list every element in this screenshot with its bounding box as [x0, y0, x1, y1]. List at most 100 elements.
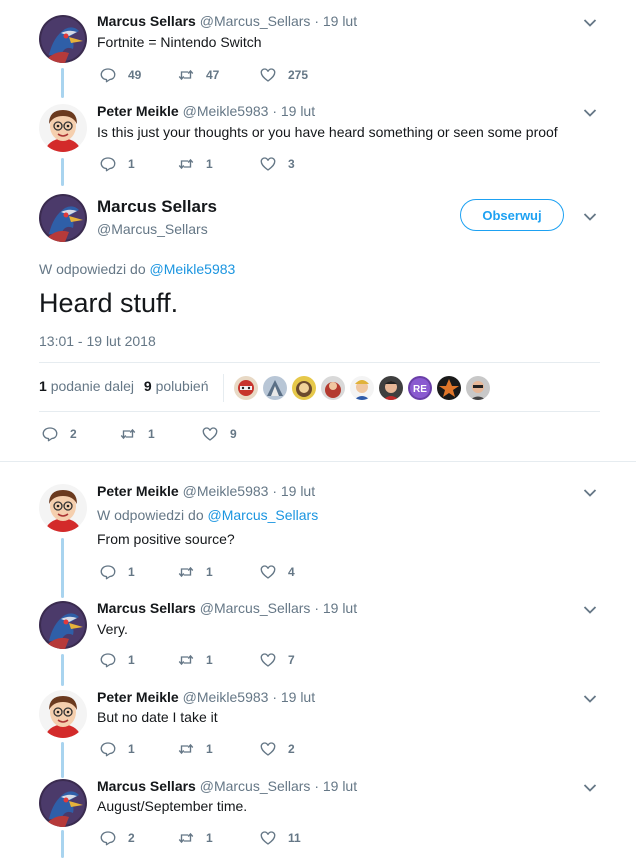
reply-button[interactable]: 1	[99, 562, 135, 582]
like-button[interactable]: 3	[259, 154, 295, 174]
reply-count: 1	[128, 742, 135, 756]
tweet-date[interactable]: · 19 lut	[314, 778, 357, 794]
reply-icon	[99, 155, 117, 173]
tweet-date[interactable]: · 19 lut	[272, 483, 315, 499]
retweet-button[interactable]: 1	[177, 154, 213, 174]
chevron-down-icon[interactable]	[583, 488, 597, 498]
reply-button[interactable]: 49	[99, 65, 141, 85]
tweet-date[interactable]: · 19 lut	[314, 600, 357, 616]
heart-icon	[259, 563, 277, 581]
author-handle[interactable]: @Marcus_Sellars	[97, 221, 208, 237]
tweet-date[interactable]: · 19 lut	[314, 13, 357, 29]
like-stat-count: 9	[143, 378, 152, 394]
like-count: 11	[288, 831, 301, 845]
tweet-text: Is this just your thoughts or you have h…	[97, 124, 558, 140]
chevron-down-icon[interactable]	[583, 108, 597, 118]
liker-avatar[interactable]	[379, 376, 403, 400]
avatar[interactable]	[39, 484, 87, 532]
like-button[interactable]: 4	[259, 562, 295, 582]
avatar[interactable]	[39, 779, 87, 827]
tweet-header: Marcus Sellars @Marcus_Sellars · 19 lut	[97, 13, 357, 29]
author-name[interactable]: Marcus Sellars	[97, 13, 196, 29]
like-button[interactable]: 11	[259, 828, 301, 848]
heart-icon	[259, 829, 277, 847]
heart-icon	[259, 651, 277, 669]
retweet-button[interactable]: 1	[177, 562, 213, 582]
reply-icon	[99, 66, 117, 84]
liker-avatar[interactable]	[263, 376, 287, 400]
retweet-icon	[119, 425, 137, 443]
author-name[interactable]: Peter Meikle	[97, 689, 179, 705]
retweet-button[interactable]: 1	[177, 739, 213, 759]
reply-button[interactable]: 1	[99, 650, 135, 670]
reply-button[interactable]: 2	[41, 424, 77, 444]
author-handle[interactable]: @Meikle5983	[183, 689, 269, 705]
liker-avatar[interactable]	[437, 376, 461, 400]
like-stat[interactable]: 9 polubień	[144, 378, 209, 394]
reply-button[interactable]: 2	[99, 828, 135, 848]
reply-icon	[99, 651, 117, 669]
avatar[interactable]	[39, 194, 87, 242]
retweet-button[interactable]: 47	[177, 65, 219, 85]
chevron-down-icon[interactable]	[583, 694, 597, 704]
like-stat-label: polubień	[155, 378, 209, 394]
author-name[interactable]: Peter Meikle	[97, 103, 179, 119]
retweet-stat-count: 1	[39, 378, 47, 394]
tweet-date[interactable]: · 19 lut	[272, 103, 315, 119]
reply-count: 49	[128, 68, 142, 82]
chevron-down-icon[interactable]	[583, 212, 597, 222]
author-handle[interactable]: @Marcus_Sellars	[200, 600, 311, 616]
author-name[interactable]: Peter Meikle	[97, 483, 179, 499]
like-count: 275	[288, 68, 309, 82]
retweet-button[interactable]: 1	[177, 650, 213, 670]
avatar[interactable]	[39, 690, 87, 738]
reply-context: W odpowiedzi do @Marcus_Sellars	[97, 507, 318, 523]
retweet-count: 1	[206, 742, 213, 756]
svg-text:RE: RE	[413, 384, 427, 395]
follow-button[interactable]: Obserwuj	[460, 199, 564, 231]
like-button[interactable]: 275	[259, 65, 308, 85]
avatar[interactable]	[39, 15, 87, 63]
liker-avatar[interactable]	[292, 376, 316, 400]
reply-button[interactable]: 1	[99, 154, 135, 174]
reply-to-link[interactable]: @Marcus_Sellars	[208, 507, 319, 523]
chevron-down-icon[interactable]	[583, 605, 597, 615]
author-handle[interactable]: @Marcus_Sellars	[200, 13, 311, 29]
like-button[interactable]: 2	[259, 739, 295, 759]
tweet-header: Marcus Sellars @Marcus_Sellars · 19 lut	[97, 600, 357, 616]
liker-avatar[interactable]	[321, 376, 345, 400]
author-handle[interactable]: @Marcus_Sellars	[200, 778, 311, 794]
chevron-down-icon[interactable]	[583, 783, 597, 793]
reply-button[interactable]: 1	[99, 739, 135, 759]
avatar[interactable]	[39, 104, 87, 152]
retweet-stat[interactable]: 1 podanie dalej	[39, 378, 134, 394]
tweet-timestamp[interactable]: 13:01 - 19 lut 2018	[39, 333, 156, 349]
tweet-header: Peter Meikle @Meikle5983 · 19 lut	[97, 483, 315, 499]
retweet-icon	[177, 740, 195, 758]
reply-prefix: W odpowiedzi do	[39, 261, 146, 277]
heart-icon	[259, 66, 277, 84]
author-name[interactable]: Marcus Sellars	[97, 778, 196, 794]
retweet-count: 1	[148, 427, 155, 441]
author-handle[interactable]: @Meikle5983	[183, 483, 269, 499]
chevron-down-icon[interactable]	[583, 18, 597, 28]
tweet-date[interactable]: · 19 lut	[272, 689, 315, 705]
liker-avatar[interactable]: RE	[408, 376, 432, 400]
author-name[interactable]: Marcus Sellars	[97, 197, 217, 217]
author-name[interactable]: Marcus Sellars	[97, 600, 196, 616]
heart-icon	[201, 425, 219, 443]
thread-line	[61, 68, 64, 98]
tweet-text: Fortnite = Nintendo Switch	[97, 34, 262, 50]
author-handle[interactable]: @Meikle5983	[183, 103, 269, 119]
reply-prefix: W odpowiedzi do	[97, 507, 204, 523]
avatar[interactable]	[39, 601, 87, 649]
liker-avatar[interactable]	[350, 376, 374, 400]
reply-to-link[interactable]: @Meikle5983	[150, 261, 236, 277]
like-button[interactable]: 7	[259, 650, 295, 670]
divider	[223, 374, 224, 402]
retweet-button[interactable]: 1	[177, 828, 213, 848]
liker-avatar[interactable]	[234, 376, 258, 400]
retweet-button[interactable]: 1	[119, 424, 155, 444]
like-button[interactable]: 9	[201, 424, 237, 444]
liker-avatar[interactable]	[466, 376, 490, 400]
